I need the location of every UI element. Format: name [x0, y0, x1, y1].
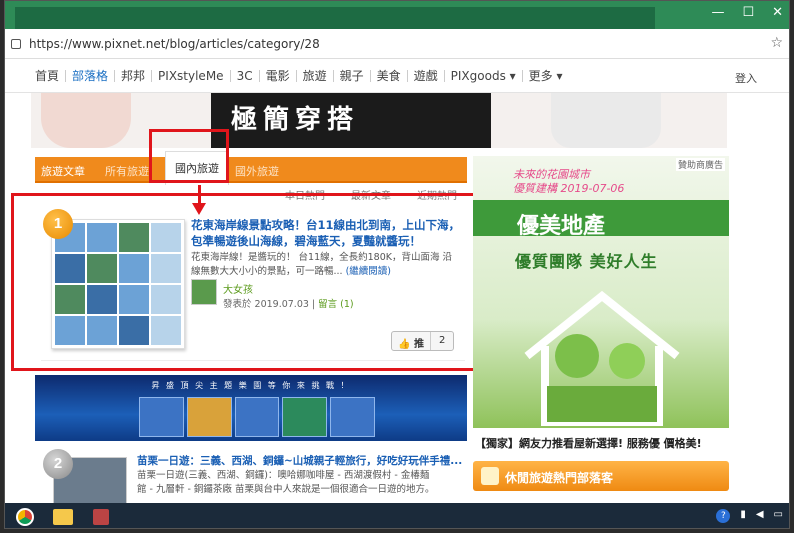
trophy-icon	[481, 467, 499, 485]
ad-caption[interactable]: 【獨家】網友力推看屋新選擇! 服務優 價格美!	[475, 435, 702, 451]
ad-slogan-line-2: 優質建構 2019-07-06	[513, 182, 625, 195]
hot-bloggers-label: 休閒旅遊熱門部落客	[505, 471, 614, 485]
ad-subtitle: 優質團隊 美好人生	[515, 252, 658, 271]
promo-scene	[139, 397, 375, 437]
browser-window: — ☐ ✕ https://www.pixnet.net/blog/articl…	[4, 0, 790, 529]
category-label: 旅遊文章	[41, 165, 85, 178]
nav-item-parenting[interactable]: 親子	[334, 69, 371, 82]
tool-taskbar-icon[interactable]	[83, 505, 119, 528]
browser-titlebar: — ☐ ✕	[5, 1, 789, 29]
address-bar[interactable]: https://www.pixnet.net/blog/articles/cat…	[5, 29, 789, 59]
nav-item-movie[interactable]: 電影	[260, 69, 297, 82]
close-icon[interactable]: ✕	[772, 5, 783, 20]
promo-caption: 昇 盛 頂 尖 主 題 樂 園 等 你 來 挑 戰 ！	[151, 381, 351, 390]
banner-title-bar: 極簡穿搭	[211, 93, 491, 148]
nav-item-more[interactable]: 更多 ▾	[523, 70, 569, 82]
display-icon[interactable]: ▭	[774, 509, 783, 523]
banner-image-left	[41, 93, 131, 148]
sidebar-ad[interactable]: 贊助商廣告 未來的花園城市 優質建構 2019-07-06 優美地產 優質團隊 …	[473, 156, 729, 428]
url-text[interactable]: https://www.pixnet.net/blog/articles/cat…	[29, 37, 320, 51]
nav-item-games[interactable]: 遊戲	[408, 69, 445, 82]
article-2-excerpt: 苗栗一日遊(三義、西湖、銅鑼)：噢哈娜咖啡屋 - 西湖渡假村 - 金椿麵館 - …	[137, 470, 435, 495]
house-icon	[524, 290, 680, 426]
ad-logo: 優美地產	[517, 214, 606, 239]
nav-item-pixstyleme[interactable]: PIXstyleMe	[152, 69, 231, 82]
article-item-2: 2 苗栗一日遊：三義、西湖、銅鑼~山城親子輕旅行，好吃好玩伴手禮... 苗栗一日…	[41, 447, 467, 513]
help-icon[interactable]: ?	[716, 509, 731, 523]
banner-title: 極簡穿搭	[231, 105, 360, 135]
bookmark-star-icon[interactable]: ☆	[770, 35, 783, 51]
article-2-title[interactable]: 苗栗一日遊：三義、西湖、銅鑼~山城親子輕旅行，好吃好玩伴手禮...	[137, 453, 467, 468]
maximize-icon[interactable]: ☐	[742, 5, 754, 20]
banner-image-right	[551, 93, 661, 148]
site-nav: 首頁 部落格 邦邦 PIXstyleMe 3C 電影 旅遊 親子 美食 遊戲 P…	[5, 59, 789, 93]
top-banner[interactable]: 極簡穿搭	[31, 93, 727, 148]
browser-tab[interactable]	[15, 7, 655, 29]
rank-badge-2: 2	[43, 449, 73, 479]
window-controls: — ☐ ✕	[711, 5, 783, 20]
ad-tag: 贊助商廣告	[675, 158, 725, 171]
nav-item-bangbang[interactable]: 邦邦	[115, 69, 153, 82]
tab-overseas-travel[interactable]: 國外旅遊	[235, 163, 279, 179]
category-tabs: 旅遊文章 所有旅遊 國內旅遊 國外旅遊	[35, 151, 467, 185]
nav-item-pixgoods[interactable]: PIXgoods ▾	[445, 69, 523, 82]
volume-icon[interactable]: ◀	[756, 509, 764, 523]
nav-item-home[interactable]: 首頁	[29, 69, 67, 82]
hot-bloggers-header: 休閒旅遊熱門部落客	[473, 461, 729, 491]
promo-banner[interactable]: 昇 盛 頂 尖 主 題 樂 園 等 你 來 挑 戰 ！	[35, 375, 467, 441]
lock-icon	[11, 38, 21, 49]
minimize-icon[interactable]: —	[711, 5, 724, 20]
network-icon[interactable]: ▮	[740, 509, 746, 523]
annotation-box-article	[11, 193, 497, 371]
system-tray: ? ▮ ◀ ▭	[716, 509, 783, 523]
nav-item-food[interactable]: 美食	[371, 69, 408, 82]
login-link[interactable]: 登入	[735, 70, 757, 86]
ad-slogan-line-1: 未來的花園城市	[513, 168, 590, 181]
nav-item-travel[interactable]: 旅遊	[297, 69, 334, 82]
taskbar: ? ▮ ◀ ▭	[5, 503, 789, 528]
nav-item-3c[interactable]: 3C	[231, 69, 260, 82]
folder-taskbar-icon[interactable]	[45, 505, 81, 528]
ad-slogan: 未來的花園城市 優質建構 2019-07-06	[513, 168, 624, 196]
tab-all-travel[interactable]: 所有旅遊	[105, 163, 149, 179]
nav-item-blog[interactable]: 部落格	[66, 69, 116, 82]
annotation-box-tab	[149, 129, 229, 183]
chrome-taskbar-icon[interactable]	[7, 505, 43, 528]
